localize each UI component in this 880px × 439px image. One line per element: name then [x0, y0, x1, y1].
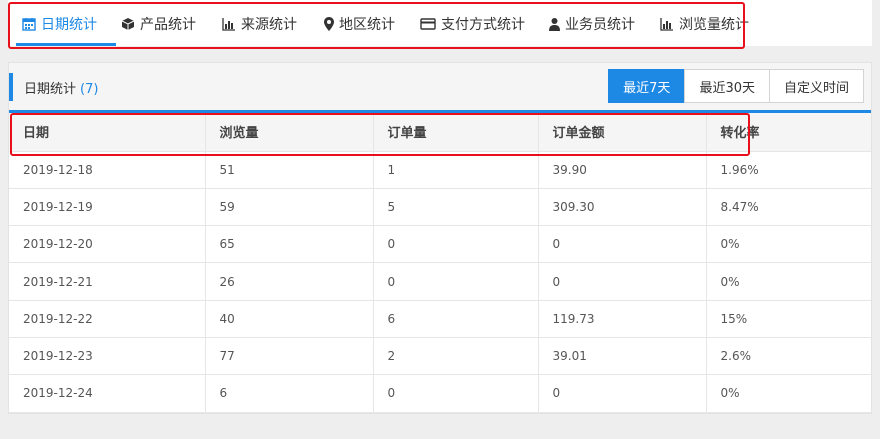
column-header-order-amount[interactable]: 订单金额 [538, 113, 707, 152]
date-stats-panel: 日期统计 (7) 最近7天 最近30天 自定义时间 日期 浏览量 订单量 订单金额… [8, 62, 872, 414]
cell-orders: 2 [373, 337, 539, 376]
record-count: (7) [80, 82, 99, 97]
cell-conversion-rate: 0% [706, 262, 871, 301]
cell-date: 2019-12-22 [9, 300, 206, 338]
cell-orders: 5 [373, 188, 539, 227]
cell-order-amount: 119.73 [538, 300, 707, 338]
cell-pageviews: 40 [205, 300, 374, 338]
tab-label: 来源统计 [241, 17, 297, 33]
table-row: 2019-12-23 77 2 39.01 2.6% [9, 337, 871, 376]
panel-title-text: 日期统计 [24, 82, 77, 97]
cell-orders: 6 [373, 300, 539, 338]
column-header-orders[interactable]: 订单量 [373, 113, 539, 152]
table-header-row: 日期 浏览量 订单量 订单金额 转化率 [9, 113, 871, 152]
cell-order-amount: 309.30 [538, 188, 707, 227]
tab-source-stats[interactable]: 来源统计 [222, 12, 297, 36]
table-row: 2019-12-20 65 0 0 0% [9, 225, 871, 264]
cell-order-amount: 0 [538, 374, 707, 413]
stats-tab-bar: 日期统计 产品统计 来源统计 地区统计 支付方式统计 业务员统计 浏览量统计 [8, 0, 872, 46]
table-row: 2019-12-21 26 0 0 0% [9, 262, 871, 301]
cell-conversion-rate: 15% [706, 300, 871, 338]
cell-orders: 0 [373, 262, 539, 301]
tab-label: 日期统计 [41, 17, 97, 33]
panel-header: 日期统计 (7) 最近7天 最近30天 自定义时间 [9, 63, 871, 113]
cube-icon [121, 17, 135, 31]
user-icon [549, 17, 560, 31]
tab-payment-stats[interactable]: 支付方式统计 [420, 12, 525, 36]
column-header-conversion-rate[interactable]: 转化率 [706, 113, 871, 152]
map-marker-icon [324, 17, 334, 31]
cell-orders: 1 [373, 151, 539, 189]
cell-date: 2019-12-19 [9, 188, 206, 227]
table-row: 2019-12-22 40 6 119.73 15% [9, 300, 871, 338]
cell-date: 2019-12-21 [9, 262, 206, 301]
cell-pageviews: 6 [205, 374, 374, 413]
tab-label: 产品统计 [140, 17, 196, 33]
cell-conversion-rate: 0% [706, 225, 871, 264]
credit-card-icon [420, 17, 436, 31]
cell-pageviews: 59 [205, 188, 374, 227]
cell-conversion-rate: 0% [706, 374, 871, 413]
tab-label: 业务员统计 [565, 17, 635, 33]
date-range-selector: 最近7天 最近30天 自定义时间 [608, 69, 864, 103]
column-header-date[interactable]: 日期 [9, 113, 206, 152]
last-30-days-button[interactable]: 最近30天 [684, 69, 770, 103]
cell-order-amount: 39.01 [538, 337, 707, 376]
cell-conversion-rate: 2.6% [706, 337, 871, 376]
cell-order-amount: 39.90 [538, 151, 707, 189]
cell-order-amount: 0 [538, 225, 707, 264]
table-row: 2019-12-19 59 5 309.30 8.47% [9, 188, 871, 227]
tab-salesperson-stats[interactable]: 业务员统计 [549, 12, 635, 36]
cell-pageviews: 77 [205, 337, 374, 376]
cell-date: 2019-12-23 [9, 337, 206, 376]
cell-conversion-rate: 1.96% [706, 151, 871, 189]
calendar-icon [22, 17, 36, 31]
cell-date: 2019-12-18 [9, 151, 206, 189]
tab-date-stats[interactable]: 日期统计 [22, 12, 97, 36]
column-header-pageviews[interactable]: 浏览量 [205, 113, 374, 152]
cell-pageviews: 26 [205, 262, 374, 301]
tab-product-stats[interactable]: 产品统计 [121, 12, 196, 36]
cell-orders: 0 [373, 374, 539, 413]
table-row: 2019-12-24 6 0 0 0% [9, 374, 871, 413]
cell-pageviews: 65 [205, 225, 374, 264]
tab-label: 支付方式统计 [441, 17, 525, 33]
cell-date: 2019-12-24 [9, 374, 206, 413]
panel-title: 日期统计 (7) [24, 78, 98, 97]
custom-range-button[interactable]: 自定义时间 [768, 69, 864, 103]
table-row: 2019-12-18 51 1 39.90 1.96% [9, 151, 871, 189]
cell-pageviews: 51 [205, 151, 374, 189]
tab-region-stats[interactable]: 地区统计 [324, 12, 395, 36]
cell-order-amount: 0 [538, 262, 707, 301]
tab-label: 浏览量统计 [679, 17, 749, 33]
cell-orders: 0 [373, 225, 539, 264]
cell-date: 2019-12-20 [9, 225, 206, 264]
bar-chart-icon [222, 17, 236, 31]
last-7-days-button[interactable]: 最近7天 [608, 69, 686, 103]
date-stats-table: 日期 浏览量 订单量 订单金额 转化率 2019-12-18 51 1 39.9… [9, 113, 871, 413]
bar-chart-icon [660, 17, 674, 31]
active-tab-indicator [16, 43, 116, 46]
tab-label: 地区统计 [339, 17, 395, 33]
tab-pageview-stats[interactable]: 浏览量统计 [660, 12, 749, 36]
panel-header-accent [9, 73, 13, 101]
cell-conversion-rate: 8.47% [706, 188, 871, 227]
